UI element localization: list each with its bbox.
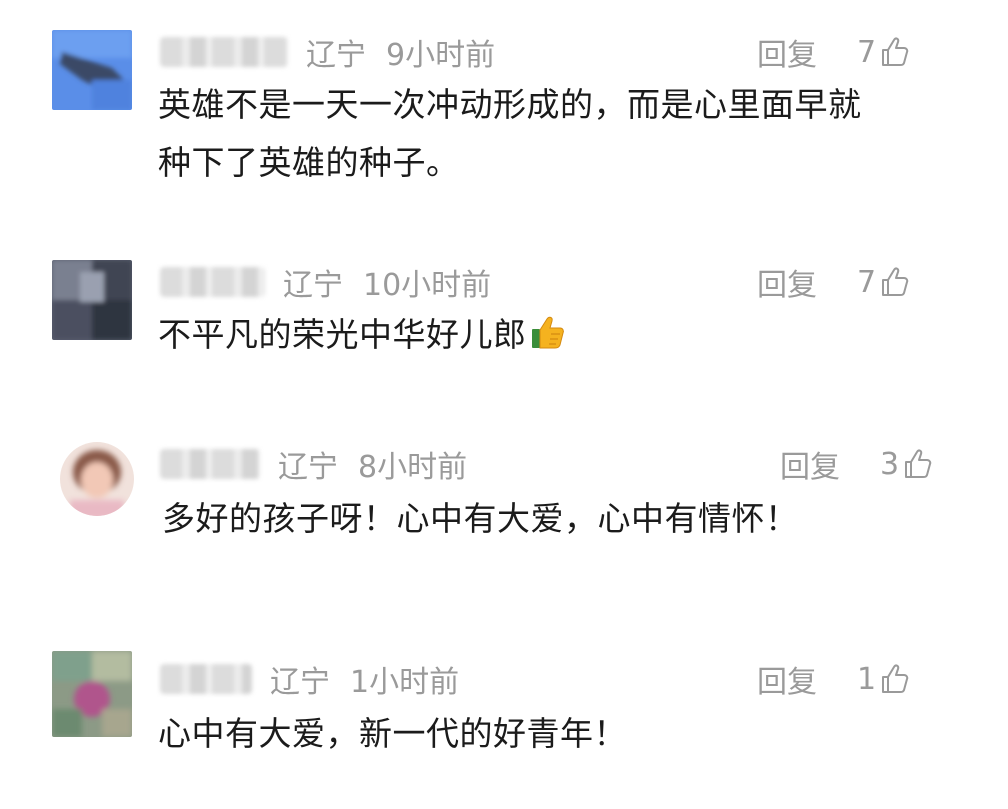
avatar[interactable] bbox=[52, 651, 132, 737]
avatar[interactable] bbox=[52, 260, 132, 340]
timestamp: 1小时前 bbox=[350, 665, 460, 700]
timestamp: 9小时前 bbox=[386, 38, 496, 73]
avatar[interactable] bbox=[52, 30, 132, 110]
reply-button[interactable]: 回复 bbox=[757, 260, 817, 304]
thumbs-up-icon bbox=[882, 267, 909, 296]
username-blurred[interactable] bbox=[160, 449, 260, 479]
like-button[interactable]: 7 bbox=[857, 265, 910, 300]
avatar[interactable] bbox=[60, 442, 134, 516]
like-count: 7 bbox=[857, 264, 877, 300]
username-blurred[interactable] bbox=[160, 664, 252, 694]
region-label: 辽宁 bbox=[283, 268, 343, 303]
like-count: 7 bbox=[857, 34, 877, 70]
comment-item: 辽宁 9小时前 回复 7 英雄不是一天一次冲动形成的，而是心里面早就 种下了英雄… bbox=[0, 0, 1008, 200]
blurred-avatar-icon bbox=[52, 651, 132, 737]
username-blurred[interactable] bbox=[160, 267, 265, 297]
like-count: 3 bbox=[880, 446, 900, 482]
comment-item: 辽宁 1小时前 回复 1 心中有大爱，新一代的好青年！ bbox=[0, 635, 1008, 809]
thumbs-up-icon bbox=[905, 449, 932, 478]
comment-text-line: 多好的孩子呀！心中有大爱，心中有情怀！ bbox=[162, 499, 799, 538]
thumbs-up-icon bbox=[882, 37, 909, 66]
reply-button[interactable]: 回复 bbox=[780, 442, 840, 486]
like-count: 1 bbox=[857, 661, 877, 697]
blurred-avatar-icon bbox=[60, 442, 134, 516]
comment-text: 不平凡的荣光中华好儿郎 bbox=[158, 315, 527, 354]
comment-text-line: 英雄不是一天一次冲动形成的，而是心里面早就 bbox=[158, 85, 862, 124]
comment-item: 辽宁 10小时前 回复 7 不平凡的荣光中华好儿郎 bbox=[0, 240, 1008, 380]
timestamp: 10小时前 bbox=[363, 268, 492, 303]
region-label: 辽宁 bbox=[270, 665, 330, 700]
region-label: 辽宁 bbox=[306, 38, 366, 73]
reply-button[interactable]: 回复 bbox=[757, 657, 817, 701]
like-button[interactable]: 1 bbox=[857, 662, 910, 697]
comment-text-line: 种下了英雄的种子。 bbox=[158, 143, 460, 182]
region-label: 辽宁 bbox=[278, 450, 338, 485]
thumbs-up-emoji-icon bbox=[531, 316, 564, 349]
blurred-avatar-icon bbox=[52, 30, 132, 110]
username-blurred[interactable] bbox=[160, 37, 288, 67]
comment-text-line: 心中有大爱，新一代的好青年！ bbox=[158, 714, 627, 753]
reply-button[interactable]: 回复 bbox=[757, 30, 817, 74]
blurred-avatar-icon bbox=[52, 260, 132, 340]
thumbs-up-icon bbox=[882, 664, 909, 693]
like-button[interactable]: 7 bbox=[857, 35, 910, 70]
like-button[interactable]: 3 bbox=[880, 447, 933, 482]
timestamp: 8小时前 bbox=[358, 450, 468, 485]
comment-text-line: 不平凡的荣光中华好儿郎 bbox=[158, 306, 567, 364]
comment-item: 辽宁 8小时前 回复 3 多好的孩子呀！心中有大爱，心中有情怀！ bbox=[0, 420, 1008, 590]
